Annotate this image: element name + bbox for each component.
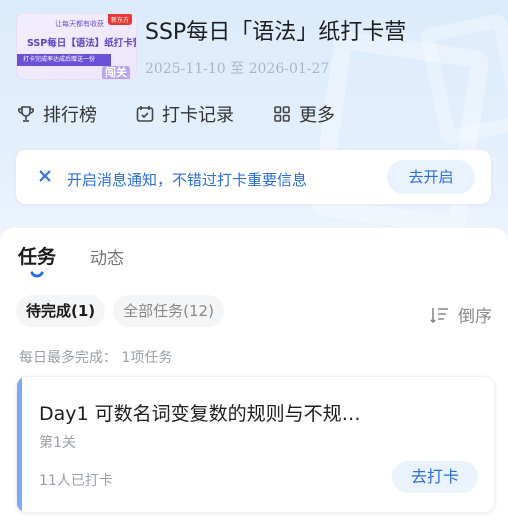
checkin-record-button[interactable]: 打卡记录	[135, 101, 234, 127]
more-label: 更多	[299, 105, 335, 126]
daily-limit-text: 每日最多完成： 1项任务	[19, 350, 173, 366]
task-checkin-count: 11人已打卡	[39, 473, 113, 489]
task-card-accent-bar	[17, 377, 22, 512]
calendar-check-icon	[136, 106, 154, 122]
tab-activity[interactable]: 动态	[90, 244, 124, 269]
grid-icon	[274, 106, 290, 122]
tab-bar: 任务 动态	[18, 242, 158, 269]
cover-badge: 闯关	[102, 66, 130, 79]
trophy-icon	[18, 106, 34, 122]
page-title: SSP每日「语法」纸打卡营	[145, 20, 407, 45]
camp-cover-image: 让每天都有收获 新东方 SSP每日【语法】纸打卡营 打卡完成率达成后赠送一份 闯…	[16, 13, 137, 80]
filter-pending[interactable]: 待完成(1)	[16, 295, 106, 327]
quick-nav: 排行榜 打卡记录 更多	[16, 100, 373, 128]
sort-icon	[430, 307, 448, 323]
leaderboard-label: 排行榜	[43, 105, 97, 126]
cover-brand-tag: 新东方	[107, 14, 132, 25]
sort-button[interactable]: 倒序	[430, 302, 492, 327]
leaderboard-button[interactable]: 排行榜	[16, 101, 97, 127]
cover-title: SSP每日【语法】纸打卡营	[27, 38, 137, 49]
task-title: Day1 可数名词变复数的规则与不规…	[39, 403, 361, 425]
more-button[interactable]: 更多	[272, 101, 335, 127]
notification-text: 开启消息通知，不错过打卡重要信息	[67, 171, 308, 189]
task-panel: 任务 动态 待完成(1) 全部任务(12) 倒序 每日最多完成： 1项任务 Da…	[0, 228, 508, 527]
tab-tasks[interactable]: 任务	[18, 242, 56, 269]
sort-label: 倒序	[458, 307, 492, 327]
active-tab-indicator	[30, 271, 44, 278]
task-filters: 待完成(1) 全部任务(12)	[16, 295, 232, 327]
close-icon[interactable]	[36, 167, 54, 185]
task-level: 第1关	[39, 435, 76, 451]
cover-slogan: 让每天都有收获	[55, 20, 104, 28]
checkin-button[interactable]: 去打卡	[392, 461, 478, 493]
cover-subtitle: 打卡完成率达成后赠送一份	[17, 54, 111, 66]
checkin-record-label: 打卡记录	[162, 105, 234, 126]
filter-all[interactable]: 全部任务(12)	[113, 295, 224, 327]
notification-banner: 开启消息通知，不错过打卡重要信息 去开启	[16, 150, 491, 204]
enable-notification-button[interactable]: 去开启	[387, 160, 475, 194]
camp-dates: 2025-11-10 至 2026-01-27	[145, 61, 330, 77]
task-card[interactable]: Day1 可数名词变复数的规则与不规… 第1关 11人已打卡 去打卡	[16, 376, 495, 513]
